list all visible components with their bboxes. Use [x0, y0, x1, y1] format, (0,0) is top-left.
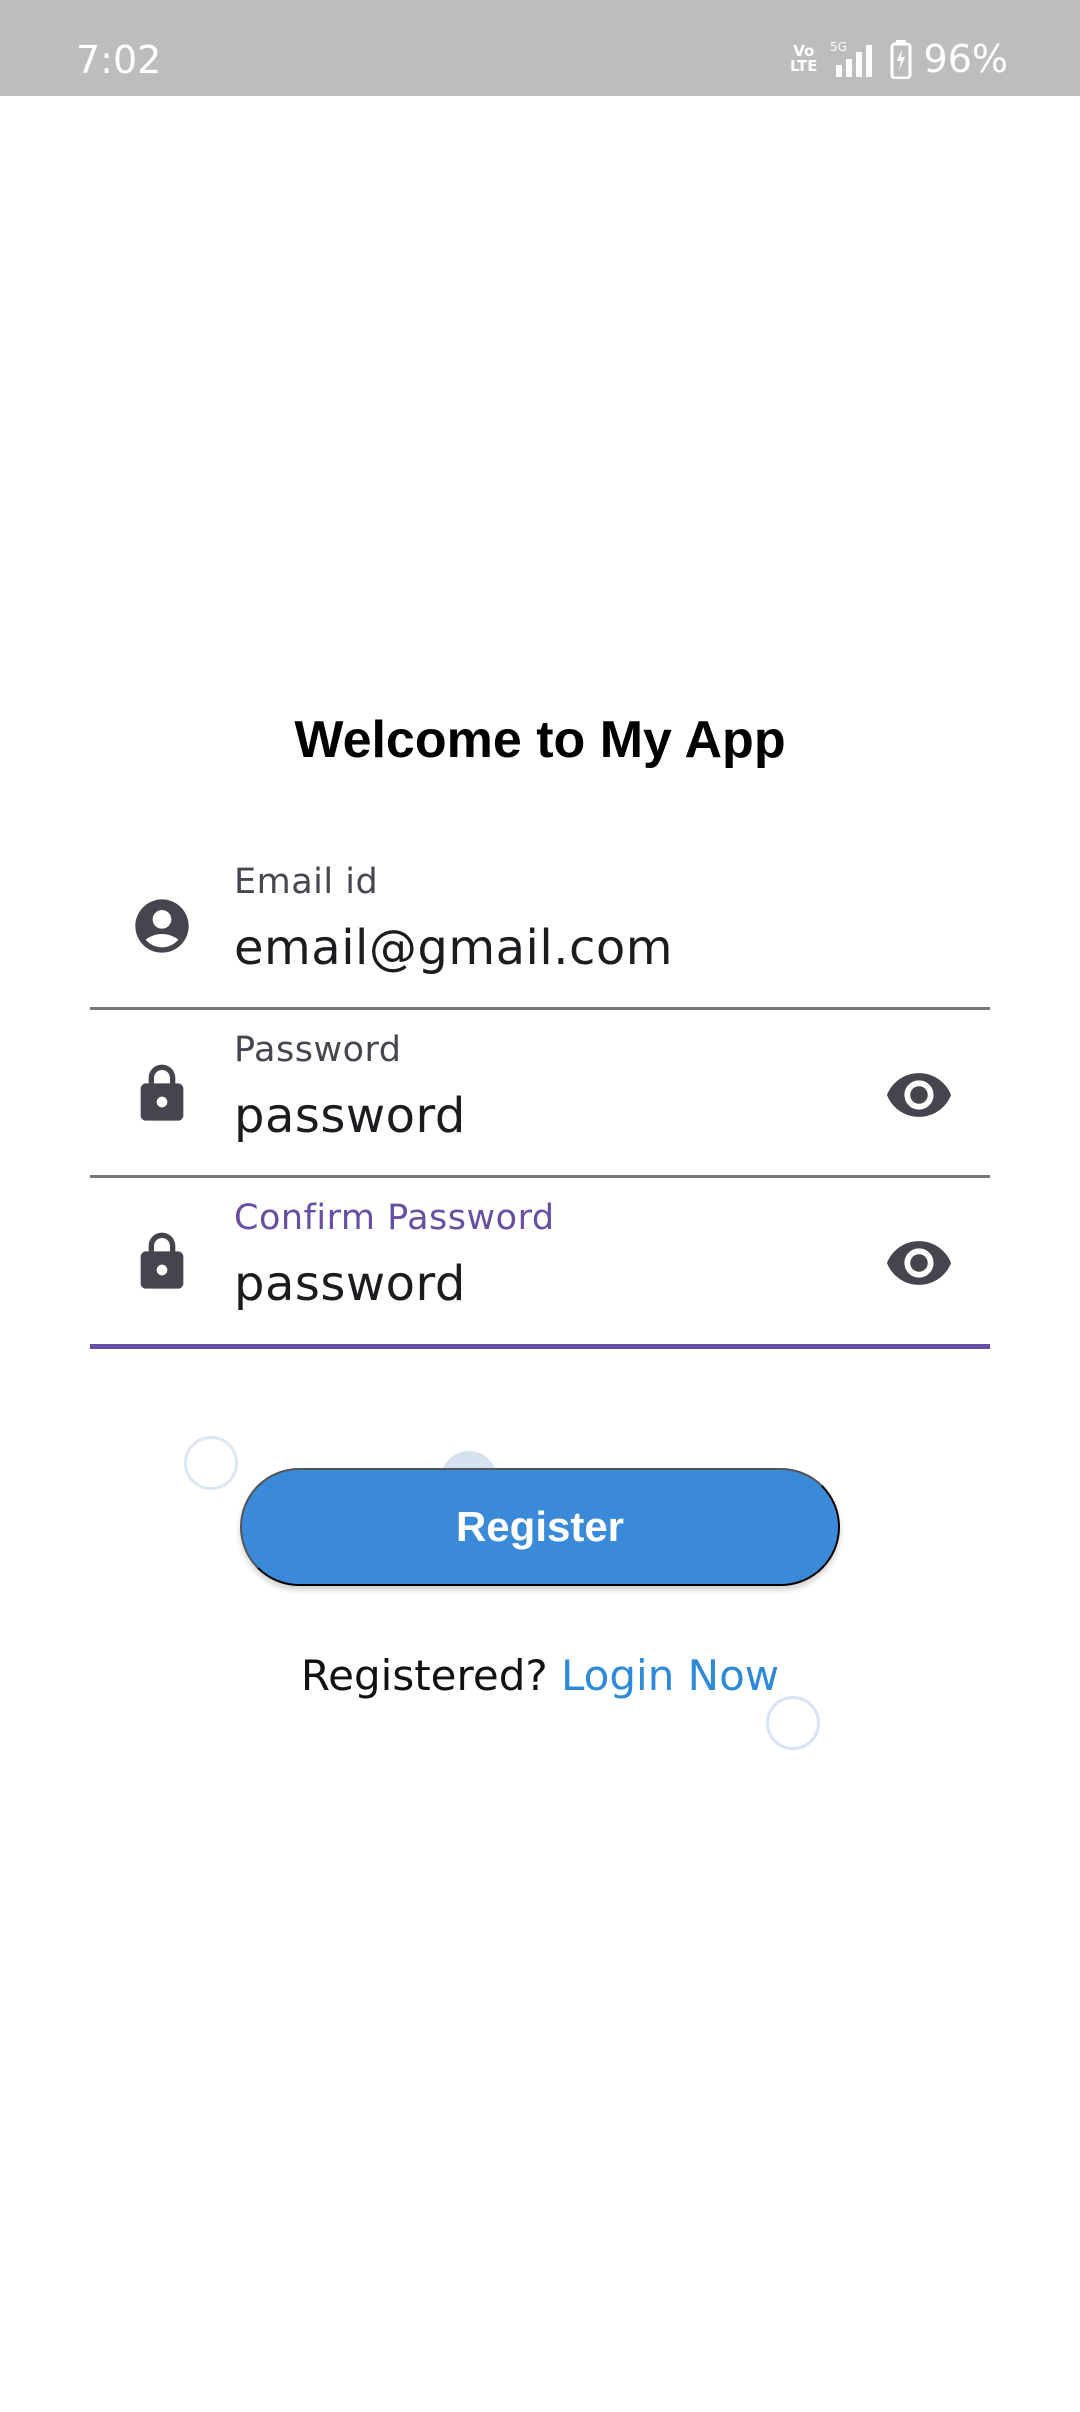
- battery-charging-icon: [890, 40, 912, 79]
- status-bar: 7:02 Vo LTE 5G 96%: [0, 0, 1080, 96]
- register-button[interactable]: Register: [240, 1468, 840, 1586]
- eye-icon[interactable]: [884, 1060, 954, 1130]
- email-field[interactable]: Email id email@gmail.com: [90, 842, 990, 1010]
- status-icons: Vo LTE 5G 96%: [790, 36, 1008, 82]
- account-circle-icon: [135, 899, 189, 953]
- password-label: Password: [234, 1030, 402, 1070]
- page-title: Welcome to My App: [294, 711, 786, 769]
- confirm-password-field[interactable]: Confirm Password password: [90, 1178, 990, 1349]
- password-input[interactable]: password: [234, 1088, 466, 1144]
- email-label: Email id: [234, 862, 379, 902]
- login-now-link[interactable]: Login Now: [561, 1651, 779, 1700]
- signal-5g-icon: 5G: [830, 40, 872, 77]
- touch-ripple: [184, 1436, 238, 1490]
- login-prompt: Registered? Login Now: [0, 1648, 1080, 1704]
- lock-icon: [140, 1064, 184, 1121]
- network-type: 5G: [830, 40, 847, 54]
- lock-icon: [140, 1232, 184, 1289]
- registered-text: Registered?: [300, 1651, 548, 1700]
- volte-indicator: Vo LTE: [789, 42, 818, 75]
- confirm-password-label: Confirm Password: [234, 1198, 555, 1238]
- battery-percentage: 96%: [923, 37, 1008, 81]
- email-input[interactable]: email@gmail.com: [234, 920, 673, 976]
- status-time: 7:02: [76, 38, 162, 82]
- confirm-password-input[interactable]: password: [234, 1256, 466, 1312]
- touch-ripple: [766, 1696, 820, 1750]
- eye-icon[interactable]: [884, 1228, 954, 1298]
- password-field[interactable]: Password password: [90, 1010, 990, 1178]
